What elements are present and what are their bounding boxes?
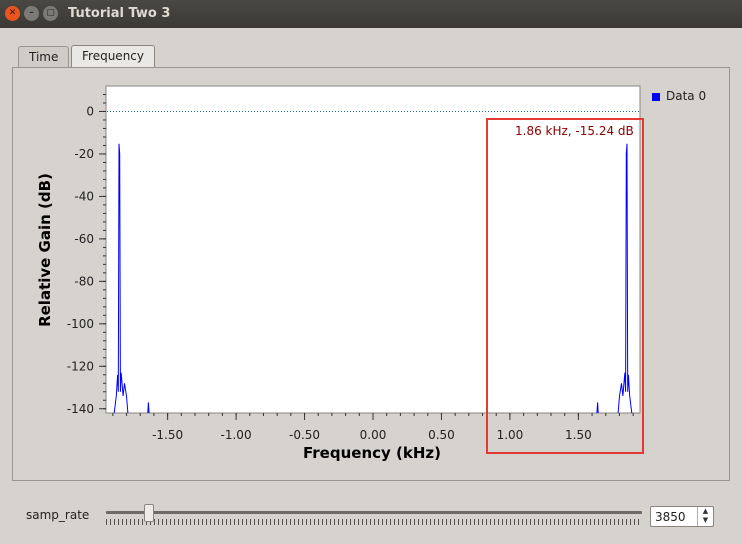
samp-rate-label: samp_rate: [26, 508, 90, 522]
legend-label: Data 0: [666, 89, 707, 103]
slider-ticks: [106, 519, 642, 525]
x-tick-label: 0.50: [428, 428, 455, 442]
y-tick-label: -80: [74, 274, 94, 288]
highlight-box: [486, 118, 644, 454]
x-tick-label: -1.50: [152, 428, 183, 442]
x-tick-label: -0.50: [289, 428, 320, 442]
x-axis-label: Frequency (kHz): [303, 444, 441, 462]
y-axis: 0 -20 -40 -60 -80 -100 -120 -140: [67, 93, 106, 416]
samp-rate-slider-track[interactable]: [106, 511, 642, 514]
x-tick-label: 0.00: [360, 428, 387, 442]
spin-up-icon[interactable]: ▲: [698, 507, 713, 516]
y-tick-label: -140: [67, 402, 94, 416]
y-tick-label: 0: [86, 104, 94, 118]
y-tick-label: -60: [74, 232, 94, 246]
samp-rate-spinbox[interactable]: 3850 ▲ ▼: [650, 506, 714, 527]
legend-swatch: [652, 93, 660, 101]
spin-down-icon[interactable]: ▼: [698, 516, 713, 525]
y-tick-label: -40: [74, 189, 94, 203]
y-tick-label: -20: [74, 147, 94, 161]
spin-buttons: ▲ ▼: [697, 507, 713, 526]
samp-rate-slider-handle[interactable]: [143, 504, 154, 522]
y-axis-label: Relative Gain (dB): [36, 173, 54, 327]
samp-rate-value[interactable]: 3850: [655, 510, 686, 524]
y-tick-label: -100: [67, 317, 94, 331]
x-tick-label: -1.00: [221, 428, 252, 442]
y-tick-label: -120: [67, 359, 94, 373]
